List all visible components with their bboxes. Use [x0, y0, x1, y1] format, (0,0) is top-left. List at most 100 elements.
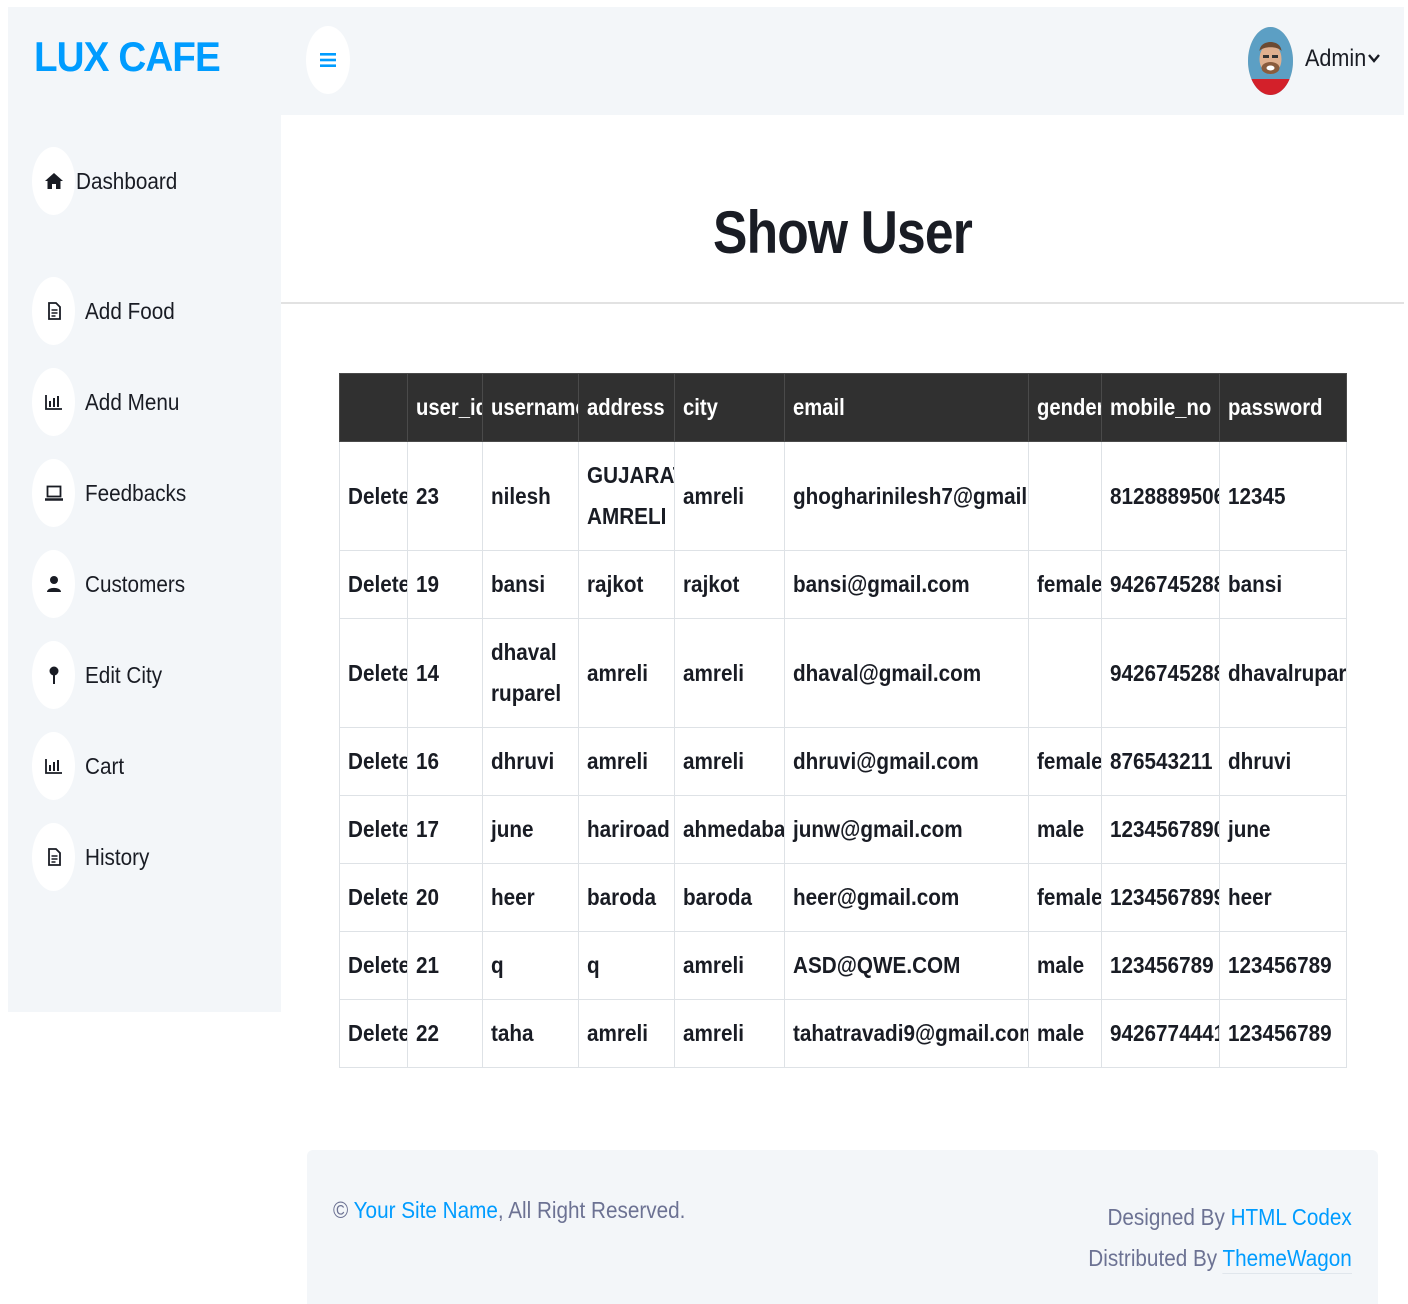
delete-button[interactable]: Delete — [348, 653, 407, 694]
bar-chart-icon — [32, 368, 75, 436]
cell-value: amreli — [683, 748, 744, 774]
sidebar-item-edit-city[interactable]: Edit City — [32, 641, 171, 709]
cell-value: amreli — [683, 659, 744, 686]
cell-email: heer@gmail.com — [784, 863, 1029, 932]
cell-mobile-no: 876543211 — [1101, 727, 1220, 796]
sidebar-item-label: Edit City — [85, 661, 163, 688]
column-header: city — [674, 373, 785, 442]
cell-value: 17 — [416, 816, 440, 842]
cell-action[interactable]: Delete — [339, 727, 408, 796]
cell-value: 9426745288 — [1110, 571, 1220, 597]
cell-gender: male — [1028, 999, 1102, 1068]
cell-value: heer — [1228, 884, 1272, 910]
cell-password: 123456789 — [1219, 999, 1347, 1068]
cell-value: 23 — [416, 482, 440, 509]
cell-username: dhruvi — [482, 727, 579, 796]
cell-email: bansi@gmail.com — [784, 550, 1029, 619]
sidebar-item-customers[interactable]: Customers — [32, 550, 196, 618]
cell-user-id: 21 — [407, 931, 483, 1000]
table-row: Delete 23 nilesh GUJARAT AMRELI amreli ghogha… — [339, 441, 1347, 551]
sidebar-item-dashboard[interactable]: Dashboard — [32, 147, 189, 215]
cell-password: heer — [1219, 863, 1347, 932]
users-table-container: user_id username address city email gender mob… — [339, 373, 1347, 1068]
cell-mobile-no: 9426745288 — [1101, 550, 1220, 619]
delete-button[interactable]: Delete — [348, 1013, 407, 1054]
cell-value: june — [1228, 816, 1271, 842]
cell-value: 876543211 — [1110, 748, 1213, 774]
cell-value: female — [1037, 884, 1102, 910]
cell-value: amreli — [587, 748, 648, 774]
sidebar-item-feedbacks[interactable]: Feedbacks — [32, 459, 198, 527]
cell-value: amreli — [683, 1020, 744, 1046]
copyright-symbol: © — [333, 1197, 349, 1223]
cell-password: june — [1219, 795, 1347, 864]
delete-button[interactable]: Delete — [348, 809, 407, 850]
sidebar-item-cart[interactable]: Cart — [32, 732, 128, 800]
footer: © Your Site Name, All Right Reserved. De… — [307, 1150, 1378, 1304]
cell-gender: female — [1028, 550, 1102, 619]
table-row: Delete 16 dhruvi amreli amreli dhruvi@gmail.c… — [339, 727, 1347, 796]
cell-value: baroda — [683, 884, 753, 910]
cell-city: ahmedabad — [674, 795, 785, 864]
cell-value: 1234567899 — [1110, 884, 1220, 910]
delete-button[interactable]: Delete — [348, 877, 407, 918]
cell-gender — [1028, 618, 1102, 728]
cell-action[interactable]: Delete — [339, 618, 408, 728]
sidebar-toggle-button[interactable] — [306, 26, 350, 94]
cell-value: 21 — [416, 952, 440, 978]
cell-action[interactable]: Delete — [339, 931, 408, 1000]
delete-button[interactable]: Delete — [348, 741, 407, 782]
cell-action[interactable]: Delete — [339, 999, 408, 1068]
html-codex-link[interactable]: HTML Codex — [1231, 1204, 1352, 1230]
cell-value: 14 — [416, 659, 440, 686]
cell-gender: male — [1028, 931, 1102, 1000]
cell-value: june — [491, 816, 534, 842]
column-header — [339, 373, 408, 442]
cell-action[interactable]: Delete — [339, 863, 408, 932]
cell-action[interactable]: Delete — [339, 550, 408, 619]
table-row: Delete 21 q q amreli ASD@QWE.COM male 123456789… — [339, 931, 1347, 1000]
file-icon — [32, 277, 75, 345]
sidebar-item-label: Add Menu — [85, 388, 180, 415]
delete-button[interactable]: Delete — [348, 476, 407, 517]
distributed-by-label: Distributed By — [1088, 1245, 1218, 1271]
cell-value: amreli — [587, 1020, 648, 1046]
cell-user-id: 20 — [407, 863, 483, 932]
laptop-icon — [32, 459, 75, 527]
cell-gender: female — [1028, 863, 1102, 932]
cell-gender: male — [1028, 795, 1102, 864]
cell-mobile-no: 9426774441 — [1101, 999, 1220, 1068]
cell-value: tahatravadi9@gmail.com — [793, 1020, 1029, 1046]
table-row: Delete 17 june hariroad ahmedabad junw@gmail.… — [339, 795, 1347, 864]
cell-value: female — [1037, 748, 1102, 774]
cell-mobile-no: 1234567899 — [1101, 863, 1220, 932]
avatar[interactable] — [1248, 27, 1293, 95]
cell-address: amreli — [578, 618, 675, 728]
cell-value: hariroad — [587, 816, 670, 842]
topbar: Admin — [281, 7, 1404, 115]
file-icon — [32, 823, 75, 891]
cell-value: GUJARAT AMRELI — [587, 462, 674, 529]
cell-value: 1234567890 — [1110, 816, 1220, 842]
delete-button[interactable]: Delete — [348, 564, 407, 605]
column-header: password — [1219, 373, 1347, 442]
themewagon-link[interactable]: ThemeWagon — [1222, 1245, 1352, 1274]
cell-value: 8128889506 — [1110, 482, 1220, 509]
cell-username: heer — [482, 863, 579, 932]
chevron-down-icon[interactable] — [1367, 51, 1381, 65]
cell-user-id: 17 — [407, 795, 483, 864]
cell-action[interactable]: Delete — [339, 795, 408, 864]
site-name-link[interactable]: Your Site Name — [354, 1197, 498, 1223]
column-header-label: user_id — [416, 394, 483, 420]
cell-value: male — [1037, 816, 1085, 842]
delete-button[interactable]: Delete — [348, 945, 407, 986]
cell-action[interactable]: Delete — [339, 441, 408, 551]
sidebar-item-history[interactable]: History — [32, 823, 157, 891]
sidebar-item-add-food[interactable]: Add Food — [32, 277, 185, 345]
cell-address: GUJARAT AMRELI — [578, 441, 675, 551]
column-header-label: gender — [1037, 394, 1102, 420]
cell-gender: female — [1028, 727, 1102, 796]
sidebar-item-add-menu[interactable]: Add Menu — [32, 368, 190, 436]
user-name[interactable]: Admin — [1305, 45, 1366, 73]
brand-logo[interactable]: LUX CAFE — [34, 33, 221, 81]
